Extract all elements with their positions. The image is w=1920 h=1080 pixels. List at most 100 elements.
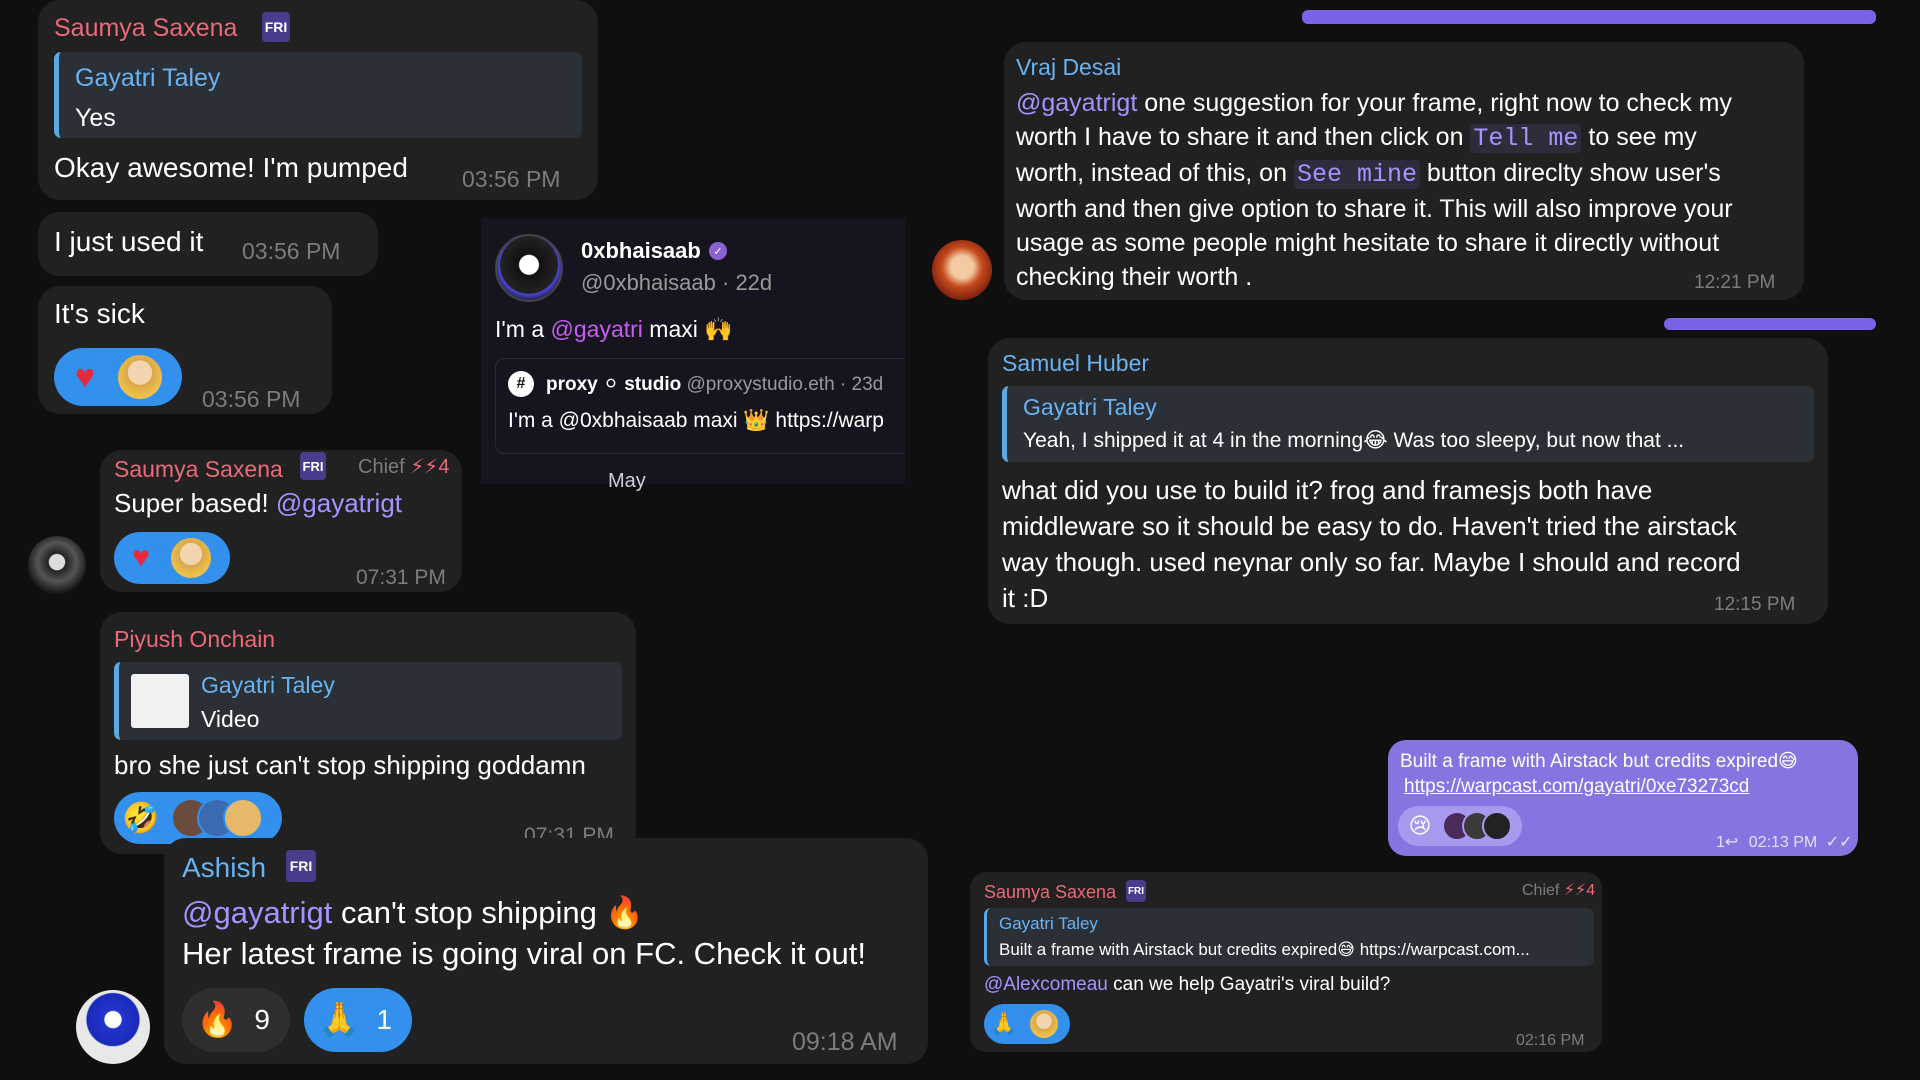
reaction-pill[interactable]: ♥ [114, 532, 230, 584]
quoted-text: I'm a @0xbhaisaab maxi 👑 https://warp [508, 409, 884, 432]
cast-age: 22d [735, 270, 773, 295]
reaction-pill[interactable]: 😢 [1398, 806, 1522, 846]
message-bubble[interactable]: Ashish FRI @gayatrigt can't stop shippin… [164, 838, 928, 1064]
message-time: 12:21 PM [1694, 272, 1776, 293]
message-meta: 1↩ 02:13 PM ✓✓ [1716, 832, 1853, 852]
reaction-pill[interactable]: 🤣 [114, 792, 282, 844]
quoted-cast[interactable]: # proxy ⚪ studio @proxystudio.eth · 23d … [495, 358, 905, 454]
avatar-stack-icon [1482, 811, 1512, 841]
reply-count: 1 [1716, 834, 1725, 851]
message-link[interactable]: https://warpcast.com/gayatri/0xe73273cd [1404, 776, 1749, 798]
reaction-pray[interactable]: 🙏 1 [304, 988, 412, 1052]
cast-handle[interactable]: @0xbhaisaab [581, 270, 716, 295]
double-check-icon: ✓✓ [1825, 834, 1853, 851]
avatar-gayatri-icon [116, 353, 164, 401]
message-bubble[interactable]: Samuel Huber Gayatri Taley Yeah, I shipp… [988, 338, 1828, 624]
message-bubble[interactable]: Saumya Saxena FRI Chief ⚡⚡4 Super based!… [100, 450, 462, 592]
reply-preview[interactable]: Gayatri Taley Yes [54, 52, 582, 138]
sender-avatar[interactable] [28, 536, 86, 594]
line-3a: worth, instead of this, on [1016, 159, 1294, 187]
heart-emoji-icon: ♥ [132, 541, 150, 574]
member-badge-icon: FRI [1126, 880, 1146, 902]
quoted-handle[interactable]: @proxystudio.eth [687, 374, 835, 395]
sender-name[interactable]: Samuel Huber [1002, 350, 1149, 377]
inline-code[interactable]: See mine [1293, 160, 1420, 189]
tag-level: 4 [1586, 882, 1596, 899]
message-time: 07:31 PM [356, 566, 446, 589]
line-5: usage as some people might hesitate to s… [1016, 229, 1720, 257]
sender-name[interactable]: Ashish [182, 852, 266, 884]
reply-name: Gayatri Taley [201, 672, 335, 698]
line-2b: to see my [1581, 123, 1697, 151]
cast-author[interactable]: 0xbhaisaab [581, 238, 701, 264]
avatar-gayatri-icon [169, 536, 213, 580]
line-4: worth and then give option to share it. … [1016, 195, 1733, 223]
cast-text: I'm a @gayatri maxi 🙌 [495, 316, 733, 343]
message-bubble[interactable]: Vraj Desai @gayatrigt one suggestion for… [1004, 42, 1804, 300]
sender-avatar[interactable] [932, 240, 992, 300]
date-label: May [608, 470, 646, 492]
heart-emoji-icon: ♥ [74, 357, 96, 396]
sender-name[interactable]: Piyush Onchain [114, 626, 275, 653]
message-bubble[interactable]: Saumya Saxena FRI Gayatri Taley Yes Okay… [38, 0, 598, 200]
tag-title: Chief [1522, 882, 1560, 899]
message-text-body: can we help Gayatri's viral build? [1107, 974, 1391, 995]
quoted-age: 23d [851, 374, 884, 395]
reply-text: Yeah, I shipped it at 4 in the morning😂 … [1023, 429, 1685, 452]
sender-name[interactable]: Saumya Saxena [54, 14, 237, 43]
sender-avatar[interactable] [76, 990, 150, 1064]
inline-code[interactable]: Tell me [1470, 124, 1582, 153]
reaction-pill[interactable]: 🙏 [984, 1004, 1070, 1044]
member-badge-icon: FRI [262, 12, 290, 42]
message-time: 03:56 PM [462, 166, 561, 192]
message-text: Super based! @gayatrigt [114, 488, 402, 519]
reaction-pill[interactable]: ♥ [54, 348, 182, 406]
reaction-count: 1 [376, 1004, 392, 1035]
message-bubble[interactable]: I just used it 03:56 PM [38, 212, 378, 276]
sender-name[interactable]: Saumya Saxena [984, 882, 1116, 903]
message-bubble[interactable]: Saumya Saxena FRI Chief ⚡⚡4 Gayatri Tale… [970, 872, 1602, 1052]
mention-link[interactable]: @gayatrigt [182, 895, 332, 930]
own-message-bubble[interactable]: Built a frame with Airstack but credits … [1388, 740, 1858, 856]
cast-text-post: maxi 🙌 [642, 316, 733, 342]
message-text-body: Super based! [114, 488, 269, 518]
line-4: it :D [1002, 583, 1049, 613]
mention-link[interactable]: @gayatrigt [1016, 89, 1137, 117]
line-3b: button direclty show user's [1419, 159, 1721, 187]
reply-text: Video [201, 706, 260, 732]
cast-author-avatar[interactable] [495, 234, 563, 302]
message-time: 03:56 PM [202, 386, 301, 412]
member-tag: Chief ⚡⚡4 [358, 456, 450, 478]
cast-embed[interactable]: 0xbhaisaab ✓ @0xbhaisaab · 22d I'm a @ga… [481, 218, 905, 484]
sender-name[interactable]: Vraj Desai [1016, 54, 1121, 81]
cast-handle-line: @0xbhaisaab · 22d [581, 270, 773, 295]
accent-bar [1664, 318, 1876, 330]
message-time: 02:13 PM [1748, 834, 1818, 851]
mention-link[interactable]: @gayatrigt [276, 488, 402, 518]
reply-preview[interactable]: Gayatri Taley Video [114, 662, 622, 740]
fire-emoji-icon: 🔥 [196, 1001, 239, 1039]
quoted-author[interactable]: proxy ⚪ studio [546, 374, 681, 395]
line-3: way though. used neynar only so far. May… [1002, 547, 1741, 577]
cast-text-pre: I'm a [495, 316, 551, 342]
mention-link[interactable]: @Alexcomeau [984, 974, 1108, 995]
cast-mention[interactable]: @gayatri [551, 316, 643, 342]
message-text: @gayatrigt one suggestion for your frame… [1016, 86, 1733, 294]
reaction-fire[interactable]: 🔥 9 [182, 988, 290, 1052]
avatar-gayatri-icon [1028, 1008, 1060, 1040]
member-badge-icon: FRI [286, 850, 316, 882]
message-bubble[interactable]: Piyush Onchain Gayatri Taley Video bro s… [100, 612, 636, 854]
pray-emoji-icon: 🙏 [318, 1001, 361, 1039]
message-bubble[interactable]: It's sick ♥ 03:56 PM [38, 286, 332, 414]
reply-preview[interactable]: Gayatri Taley Built a frame with Airstac… [984, 908, 1594, 966]
rofl-emoji-icon: 🤣 [122, 801, 160, 835]
pray-emoji-icon: 🙏 [990, 1011, 1018, 1036]
message-text: what did you use to build it? frog and f… [1002, 472, 1741, 616]
reply-preview[interactable]: Gayatri Taley Yeah, I shipped it at 4 in… [1002, 386, 1814, 462]
reply-text: Yes [75, 104, 116, 132]
avatar-stack-icon [223, 798, 263, 838]
member-badge-icon: FRI [300, 452, 326, 480]
message-time: 03:56 PM [242, 238, 341, 264]
sender-name[interactable]: Saumya Saxena [114, 456, 283, 483]
message-line-1: @gayatrigt can't stop shipping 🔥 [182, 894, 644, 931]
